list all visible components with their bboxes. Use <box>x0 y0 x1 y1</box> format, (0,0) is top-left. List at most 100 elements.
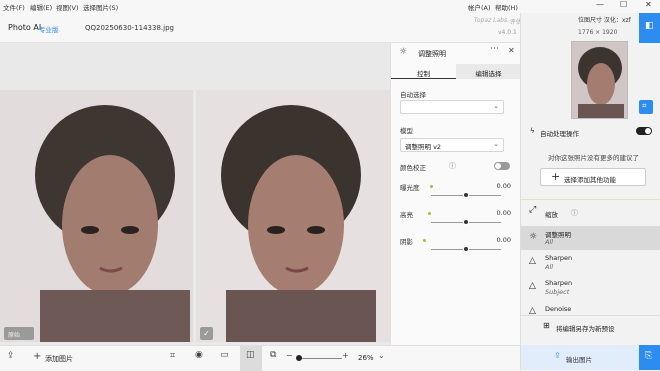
original-label: 原始 <box>4 327 34 340</box>
tool-name: 缩放 <box>545 211 558 219</box>
tool-scope: All <box>545 263 554 271</box>
bottom-toolbar: ⇪ + 添加图片 ⌗ ◉ ▭ ◫ ⧉ − + 26% ⌄ <box>0 345 520 371</box>
more-icon[interactable]: ⋯ <box>490 44 499 54</box>
thumbnail[interactable] <box>571 41 628 119</box>
brand-label: Topaz Labs <box>474 17 508 24</box>
triangle-icon: △ <box>529 306 536 315</box>
preset-icon: ⊞ <box>543 321 550 330</box>
menu-file[interactable]: 文件(F) <box>3 2 25 12</box>
crop-icon: ⌗ <box>642 101 647 110</box>
tool-denoise[interactable]: △ Denoise <box>521 301 660 315</box>
zoom-in-icon[interactable]: + <box>342 351 349 360</box>
panel-title: 调整照明 <box>418 50 446 58</box>
auto-select-dropdown[interactable]: ⌄ <box>400 100 504 114</box>
tool-name: Sharpen <box>545 254 573 262</box>
thumbnail-photo <box>572 42 627 118</box>
plus-icon: + <box>551 170 561 183</box>
triangle-icon: △ <box>529 281 536 291</box>
tool-sharpen-subject[interactable]: △ Sharpen Subject <box>521 276 660 300</box>
add-more-label: 选择添加其他功能 <box>564 176 616 184</box>
app-tier: 专业版 <box>39 26 59 34</box>
image-stage[interactable]: 原始 ✓ <box>0 43 390 345</box>
chevron-down-icon: ⌄ <box>493 102 499 110</box>
compare-icon[interactable]: ⧉ <box>270 350 276 360</box>
save-preset-label: 将编辑另存为新预设 <box>556 325 615 333</box>
zoom-level[interactable]: 26% <box>358 354 374 362</box>
sun-icon: ☼ <box>529 232 538 242</box>
share-button[interactable]: ⎘ <box>639 345 660 370</box>
upload-icon[interactable]: ⇪ <box>7 351 15 361</box>
export-icon: ⇪ <box>554 351 561 360</box>
chevron-down-icon[interactable]: ⌄ <box>378 351 385 360</box>
tool-adjust-lighting[interactable]: ☼ 调整照明 All <box>521 226 660 250</box>
shadows-dot <box>423 239 426 242</box>
export-button[interactable]: ⇪ 输出图片 <box>521 345 639 370</box>
color-correct-toggle[interactable] <box>494 162 510 170</box>
triangle-icon: △ <box>529 256 536 266</box>
model-value: 调整照明 v2 <box>405 143 442 151</box>
face-detect-icon[interactable]: ⌗ <box>170 351 175 361</box>
single-view-icon[interactable]: ▭ <box>220 350 229 360</box>
menu-select-image[interactable]: 选择图片(S) <box>83 2 118 12</box>
tool-name: Denoise <box>545 305 572 313</box>
divider <box>521 199 660 200</box>
info-icon[interactable]: ⓘ <box>571 208 578 218</box>
lightning-icon: ϟ <box>530 127 535 135</box>
eye-icon[interactable]: ◉ <box>195 350 203 360</box>
sun-icon: ☼ <box>399 47 408 57</box>
tab-controls[interactable]: 控制 <box>391 64 456 79</box>
version-label: v4.0.1 <box>498 29 517 36</box>
sidebar-icon: ◧ <box>645 21 654 31</box>
close-window-button[interactable]: ✕ <box>645 0 652 9</box>
tool-sharpen-all[interactable]: △ Sharpen All <box>521 251 660 275</box>
shadows-label: 阴影 <box>400 238 413 246</box>
suggest-text: 对你这张照片没有更多的建议了 <box>548 154 639 162</box>
save-preset-row[interactable]: ⊞ 将编辑另存为新预设 <box>521 315 660 339</box>
toggle-knob <box>495 163 501 169</box>
add-more-button[interactable]: + 选择添加其他功能 <box>540 168 646 186</box>
shadows-value: 0.00 <box>496 236 511 244</box>
crop-button[interactable]: ⌗ <box>639 100 653 114</box>
minimize-button[interactable]: — <box>596 0 604 9</box>
maximize-button[interactable]: ☐ <box>620 0 627 9</box>
split-view-button[interactable]: ◫ <box>240 346 262 371</box>
share-icon: ⎘ <box>645 351 653 361</box>
menu-help[interactable]: 帮助(H) <box>495 2 518 12</box>
boy-photo-original <box>0 90 193 342</box>
exposure-dot <box>430 185 433 188</box>
menu-view[interactable]: 视图(V) <box>56 2 79 12</box>
add-image-button[interactable]: 添加图片 <box>45 354 73 364</box>
original-preview <box>0 90 193 342</box>
highlights-value: 0.00 <box>496 209 511 217</box>
menu-edit[interactable]: 编辑(E) <box>30 2 52 12</box>
shadows-slider-knob[interactable] <box>463 246 469 252</box>
add-icon[interactable]: + <box>33 351 41 362</box>
color-correct-label: 颜色校正 <box>400 164 426 172</box>
auto-select-label: 自动选择 <box>400 91 426 99</box>
highlights-slider-knob[interactable] <box>463 219 469 225</box>
zoom-slider-knob[interactable] <box>296 355 302 361</box>
zoom-slider[interactable] <box>298 358 342 359</box>
model-dropdown[interactable]: 调整照明 v2 ⌄ <box>400 138 504 152</box>
boy-photo-processed <box>196 90 390 342</box>
toggle-knob <box>645 128 651 134</box>
adjust-lighting-panel: ☼ 调整照明 ⋯ ✕ 控制 编辑选择 自动选择 ⌄ 模型 调整照明 v2 ⌄ 颜… <box>390 43 521 345</box>
autopilot-toggle[interactable] <box>636 127 652 135</box>
file-name: QQ20250630-114338.jpg <box>85 24 174 32</box>
exposure-slider-knob[interactable] <box>463 192 469 198</box>
compare-check-icon[interactable]: ✓ <box>200 327 213 340</box>
autopilot-label: 自动处理操作 <box>540 130 579 138</box>
exposure-label: 曝光度 <box>400 184 420 192</box>
menu-account[interactable]: 帐户(A) <box>468 2 491 12</box>
close-panel-icon[interactable]: ✕ <box>508 46 515 55</box>
tab-edit-selection[interactable]: 编辑选择 <box>456 64 521 79</box>
tool-upscale[interactable]: ⤢ 缩放 ⓘ <box>521 202 660 226</box>
zoom-out-icon[interactable]: − <box>286 351 293 360</box>
chevron-down-icon: ⌄ <box>493 140 499 148</box>
info-icon[interactable]: ⓘ <box>449 161 456 171</box>
image-info-label: 位图尺寸 汉化：xzf <box>578 17 631 24</box>
tool-scope: All <box>545 238 554 246</box>
panel-toggle-button[interactable]: ◧ <box>639 13 660 43</box>
processed-preview <box>196 90 390 342</box>
model-label: 模型 <box>400 127 413 135</box>
